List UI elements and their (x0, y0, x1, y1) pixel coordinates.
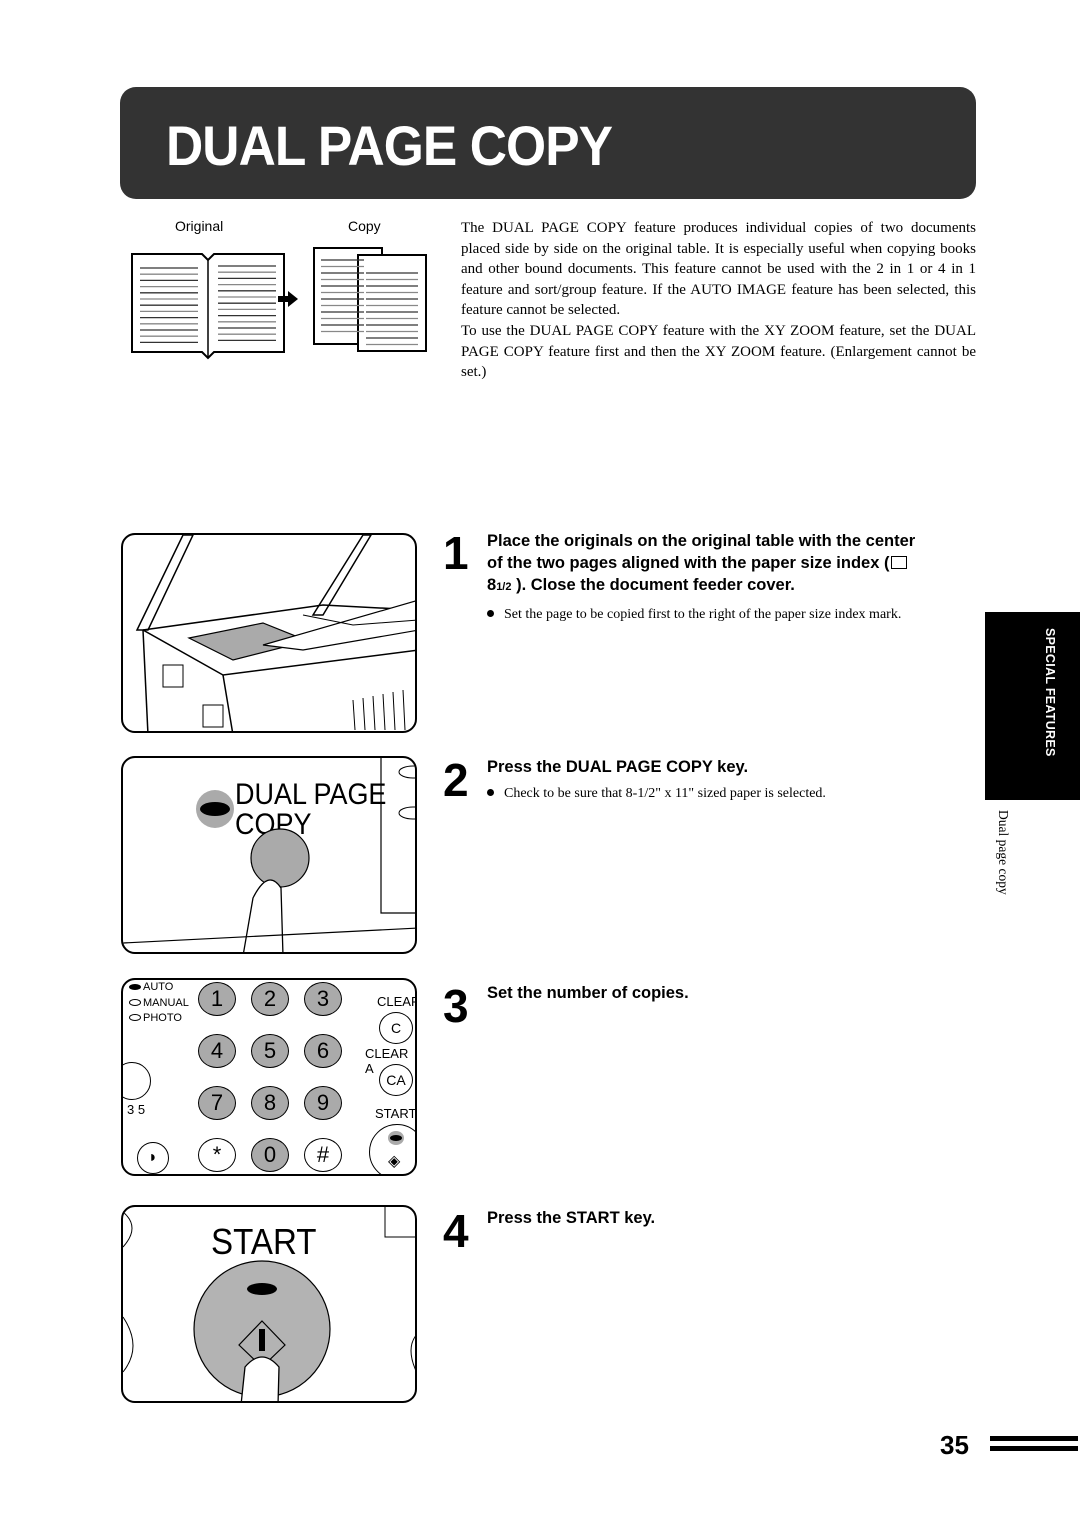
page-title: DUAL PAGE COPY (166, 114, 613, 177)
original-label: Original (175, 218, 224, 234)
intro-text: The DUAL PAGE COPY feature produces indi… (461, 218, 976, 383)
clear-label: CLEAR (377, 994, 417, 1009)
step-4-heading: Press the START key. (487, 1209, 656, 1227)
keypad-key[interactable]: 3 (304, 982, 342, 1016)
keypad-key[interactable]: # (304, 1138, 342, 1172)
keypad-key[interactable]: 5 (251, 1034, 289, 1068)
keypad-key[interactable]: 4 (198, 1034, 236, 1068)
original-to-copy-illustration (131, 247, 427, 360)
bullet-icon (487, 610, 494, 618)
dual-page-copy-key-illustration: DUAL PAGE COPY (123, 758, 415, 952)
keypad-key[interactable]: 1 (198, 982, 236, 1016)
keypad-key[interactable]: 7 (198, 1086, 236, 1120)
step-1-heading: Place the originals on the original tabl… (487, 532, 916, 594)
section-tab-label: SPECIAL FEATURES (1043, 628, 1057, 757)
step-2-heading: Press the DUAL PAGE COPY key. (487, 758, 749, 776)
dual-key-label-line1: DUAL PAGE (235, 778, 386, 812)
finger-icon (243, 879, 284, 952)
page-rule (990, 1436, 1078, 1441)
keypad-key[interactable]: 2 (251, 982, 289, 1016)
step-2-number: 2 (443, 754, 469, 806)
panel-place-originals (121, 533, 417, 733)
start-icon: ◈ (388, 1153, 401, 1170)
start-label: START (211, 1221, 317, 1262)
keypad-key[interactable]: 6 (304, 1034, 342, 1068)
step-1-note: Set the page to be copied first to the r… (487, 606, 901, 624)
copier-illustration (135, 535, 415, 731)
title-banner: DUAL PAGE COPY (120, 87, 976, 199)
copy-label: Copy (348, 218, 381, 234)
dual-page-copy-button (250, 828, 310, 888)
panel-keypad: AUTO MANUAL PHOTO 3 5 ◗ 1 2 3 4 5 6 7 8 9 * 0 # CLE… (121, 978, 417, 1176)
step-3-number: 3 (443, 980, 469, 1032)
mode-manual: MANUAL (129, 996, 189, 1012)
round-key[interactable] (123, 1062, 151, 1100)
subsection-label: Dual page copy (996, 810, 1011, 895)
start-indicator-icon (247, 1283, 277, 1295)
mode-photo: PHOTO (129, 1011, 189, 1027)
paper-size-index-icon (891, 556, 908, 569)
bullet-icon (487, 789, 494, 797)
panel-start-key: START (121, 1205, 417, 1403)
page-rule (990, 1446, 1078, 1451)
start-label-small: START (375, 1106, 417, 1121)
keypad-key[interactable]: 0 (251, 1138, 289, 1172)
clear-all-button[interactable]: CA (379, 1064, 413, 1096)
intro-paragraph: The DUAL PAGE COPY feature produces indi… (461, 220, 976, 319)
keypad-key[interactable]: 9 (304, 1086, 342, 1120)
section-tab: SPECIAL FEATURES (985, 612, 1080, 800)
clear-button[interactable]: C (379, 1012, 413, 1044)
mode-auto: AUTO (129, 980, 189, 996)
exposure-scale: 3 5 (127, 1102, 146, 1117)
intro-paragraph: To use the DUAL PAGE COPY feature with t… (461, 322, 976, 381)
step-1-number: 1 (443, 527, 469, 579)
step-4-number: 4 (443, 1205, 469, 1257)
start-button-small[interactable]: ◈ (369, 1124, 415, 1174)
exposure-key[interactable]: ◗ (137, 1142, 169, 1174)
panel-dual-page-copy-key: DUAL PAGE COPY (121, 756, 417, 954)
exposure-mode-list: AUTO MANUAL PHOTO (129, 980, 189, 1027)
step-3-heading: Set the number of copies. (487, 984, 689, 1002)
step-2-note: Check to be sure that 8-1/2" x 11" sized… (487, 785, 826, 803)
keypad-key[interactable]: * (198, 1138, 236, 1172)
page-number: 35 (940, 1430, 969, 1460)
keypad-key[interactable]: 8 (251, 1086, 289, 1120)
